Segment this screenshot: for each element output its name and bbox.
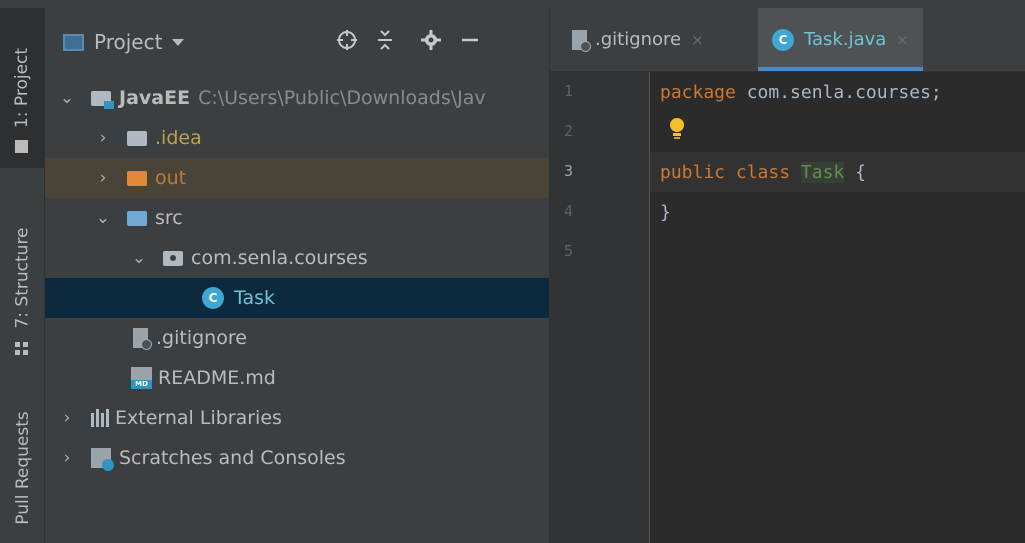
project-icon <box>63 33 84 51</box>
tab-structure[interactable]: 7: Structure <box>0 198 45 358</box>
module-folder-icon <box>91 90 114 109</box>
editor-tabs: .gitignore × C Task.java × <box>550 8 1025 72</box>
project-panel-header: Project <box>45 8 549 72</box>
code-line-current: public class Task { <box>650 152 1025 192</box>
gitignore-icon <box>133 328 152 350</box>
close-icon[interactable]: × <box>691 31 704 49</box>
gear-icon[interactable] <box>419 28 443 52</box>
intention-bulb-icon[interactable] <box>670 118 684 140</box>
active-tab-indicator <box>758 67 923 71</box>
project-view-selector[interactable]: Project <box>63 30 185 54</box>
tree-item-readme[interactable]: MD README.md <box>45 358 549 398</box>
editor-gutter: 1 2 3 4 5 <box>550 72 650 543</box>
tree-item-out[interactable]: › out <box>45 158 549 198</box>
tree-item-label: src <box>155 207 183 229</box>
tree-item-package[interactable]: ⌄ com.senla.courses <box>45 238 549 278</box>
chevron-right-icon[interactable]: › <box>59 408 75 428</box>
code-line: package com.senla.courses; <box>660 81 942 103</box>
chevron-down-icon[interactable]: ⌄ <box>95 208 111 228</box>
tree-item-label: .gitignore <box>156 327 247 349</box>
project-panel-title: Project <box>94 30 163 54</box>
tree-item-label: .idea <box>155 127 202 149</box>
tool-window-stripe: 1: Project 7: Structure Pull Requests <box>0 8 45 543</box>
chevron-right-icon[interactable]: › <box>95 168 111 188</box>
tree-item-label: Scratches and Consoles <box>119 447 346 469</box>
top-toolbar-edge <box>0 0 1025 8</box>
gitignore-icon <box>572 29 591 52</box>
tree-item-label: Task <box>234 287 276 309</box>
tab-pull-requests-label: Pull Requests <box>12 411 33 525</box>
package-icon <box>163 250 183 266</box>
tree-item-gitignore[interactable]: .gitignore <box>45 318 549 358</box>
close-icon[interactable]: × <box>896 31 909 49</box>
folder-icon <box>15 140 28 153</box>
tree-item-label: out <box>155 167 187 189</box>
class-icon: C <box>772 28 794 51</box>
chevron-down-icon[interactable]: ⌄ <box>59 88 75 108</box>
code-line: } <box>660 201 671 223</box>
source-folder-icon <box>127 210 147 226</box>
scratches-icon <box>91 448 114 471</box>
markdown-icon: MD <box>131 367 152 389</box>
tree-item-src[interactable]: ⌄ src <box>45 198 549 238</box>
line-number: 2 <box>564 122 574 140</box>
line-number: 4 <box>564 202 574 220</box>
tree-item-path: C:\Users\Public\Downloads\Jav <box>198 87 486 109</box>
excluded-folder-icon <box>127 170 147 186</box>
hide-icon[interactable] <box>458 28 482 52</box>
tree-item-label: com.senla.courses <box>191 247 368 269</box>
tree-item-external-libraries[interactable]: › External Libraries <box>45 398 549 438</box>
tree-item-label: JavaEE <box>119 87 191 109</box>
library-icon <box>91 409 109 427</box>
tab-structure-label: 7: Structure <box>12 227 33 329</box>
project-panel: Project ⌄ JavaEE C:\Users\Public\Downloa… <box>45 8 550 543</box>
tree-item-idea[interactable]: › .idea <box>45 118 549 158</box>
tab-pull-requests[interactable]: Pull Requests <box>0 393 45 543</box>
tab-gitignore[interactable]: .gitignore × <box>572 8 716 71</box>
class-icon: C <box>202 287 224 309</box>
tab-project-label: 1: Project <box>12 47 33 129</box>
tree-item-task[interactable]: C Task <box>45 278 549 318</box>
tree-item-label: README.md <box>158 367 276 389</box>
tree-item-scratches[interactable]: › Scratches and Consoles <box>45 438 549 478</box>
collapse-icon[interactable] <box>373 28 397 52</box>
tree-item-label: External Libraries <box>115 407 282 429</box>
line-number: 3 <box>564 162 574 180</box>
locate-icon[interactable] <box>335 28 359 52</box>
tree-item-javaee[interactable]: ⌄ JavaEE C:\Users\Public\Downloads\Jav <box>45 78 549 118</box>
folder-icon <box>127 130 147 146</box>
chevron-down-icon[interactable]: ⌄ <box>131 248 147 268</box>
tab-label: Task.java <box>804 29 887 50</box>
chevron-right-icon[interactable]: › <box>59 448 75 468</box>
line-number: 1 <box>564 82 574 100</box>
code-editor[interactable]: package com.senla.courses; public class … <box>650 72 1025 543</box>
chevron-right-icon[interactable]: › <box>95 128 111 148</box>
tab-task-java[interactable]: C Task.java × <box>758 8 923 71</box>
structure-icon <box>15 340 28 355</box>
line-number: 5 <box>564 242 574 260</box>
chevron-down-icon <box>172 38 185 46</box>
tab-label: .gitignore <box>595 29 682 50</box>
